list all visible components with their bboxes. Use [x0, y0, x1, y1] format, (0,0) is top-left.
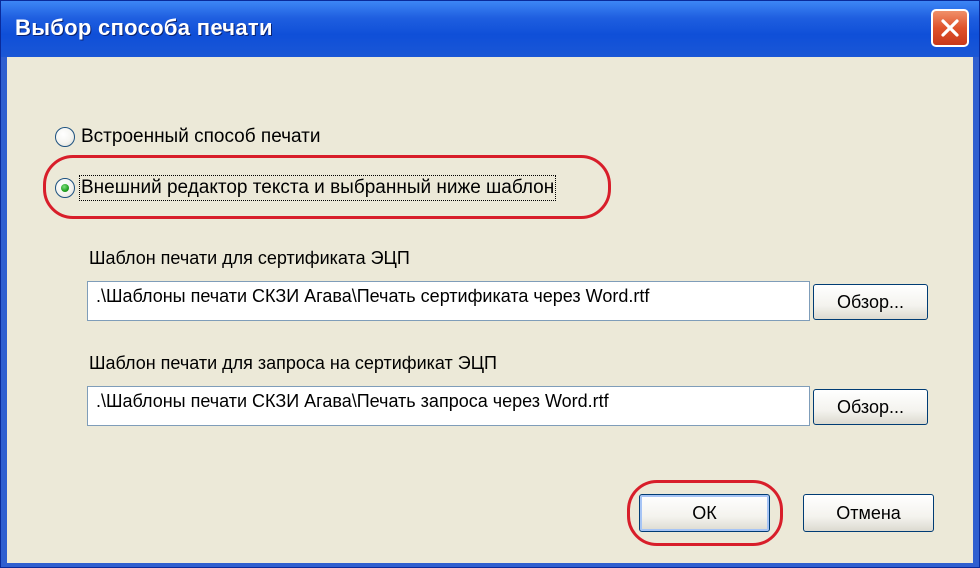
radio-external-circle[interactable] [55, 178, 75, 198]
close-x-icon [941, 19, 959, 37]
certificate-browse-button[interactable]: Обзор... [813, 284, 928, 320]
radio-option-builtin[interactable]: Встроенный способ печати [55, 126, 321, 148]
radio-external-label: Внешний редактор текста и выбранный ниже… [78, 175, 557, 201]
request-browse-button[interactable]: Обзор... [813, 389, 928, 425]
ok-button[interactable]: ОК [639, 494, 770, 532]
cancel-button[interactable]: Отмена [803, 494, 934, 532]
print-mode-dialog: Выбор способа печати Встроенный способ п… [0, 0, 980, 568]
certificate-template-field[interactable]: .\Шаблоны печати СКЗИ Агава\Печать серти… [87, 281, 810, 321]
dialog-body: Встроенный способ печати Внешний редакто… [7, 57, 973, 563]
radio-builtin-label: Встроенный способ печати [81, 126, 321, 147]
request-template-label: Шаблон печати для запроса на сертификат … [89, 353, 497, 373]
radio-option-external[interactable]: Внешний редактор текста и выбранный ниже… [55, 175, 557, 201]
window-title: Выбор способа печати [15, 15, 273, 40]
radio-builtin-circle[interactable] [55, 127, 75, 147]
close-button[interactable] [931, 9, 969, 47]
request-template-field[interactable]: .\Шаблоны печати СКЗИ Агава\Печать запро… [87, 386, 810, 426]
title-bar[interactable]: Выбор способа печати [1, 1, 979, 57]
certificate-template-label: Шаблон печати для сертификата ЭЦП [89, 248, 410, 268]
